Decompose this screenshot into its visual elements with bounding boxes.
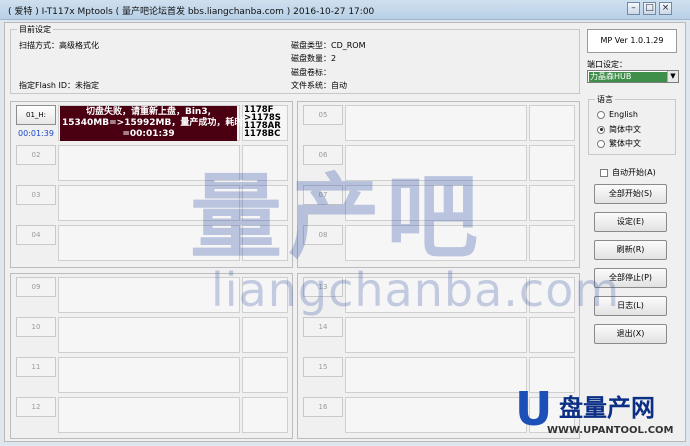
watermark-title: 量产吧 — [190, 164, 485, 271]
slot-button-09[interactable]: 09 — [16, 277, 56, 297]
slot-status-box — [345, 357, 527, 393]
disk-label-label: 磁盘卷标： — [291, 68, 331, 77]
maximize-button[interactable]: □ — [643, 2, 656, 15]
window-title: ( 爱特 ) I-T117x Mptools ( 量产吧论坛首发 bbs.lia… — [8, 7, 375, 17]
port-select[interactable]: 力晶森HUB ▼ — [587, 70, 679, 83]
radio-icon[interactable] — [597, 139, 605, 148]
slot-button-10[interactable]: 10 — [16, 317, 56, 337]
minimize-button[interactable]: – — [627, 2, 640, 15]
slot-button-15[interactable]: 15 — [303, 357, 343, 377]
language-option-2[interactable]: 繁体中文 — [597, 138, 641, 149]
slot-log-box — [529, 105, 575, 141]
site-logo: U 盘量产网 WWW.UPANTOOL.COM — [515, 384, 690, 446]
language-option-label: 繁体中文 — [609, 139, 641, 148]
slot-log-line: 1178BC — [244, 129, 281, 139]
slot-status-box — [345, 317, 527, 353]
auto-start-checkbox[interactable]: 自动开始(A) — [600, 167, 656, 178]
slot-result-line: 切盘失败，请重新上盘，Bin3, — [85, 107, 212, 117]
scan-mode-label: 扫描方式：高级格式化 — [19, 41, 99, 50]
language-option-0[interactable]: English — [597, 110, 638, 119]
slot-status-box — [58, 397, 240, 433]
language-group-title: 语言 — [595, 94, 615, 105]
logo-name: 盘量产网 — [559, 394, 655, 422]
start-all-button[interactable]: 全部开始(S) — [594, 184, 667, 204]
slot-log-lines: 1178F >1178S 1178AR 1178BC — [244, 106, 281, 139]
slot-status-box — [58, 317, 240, 353]
slot-result-line: 15340MB=>15992MB，量产成功，耗时 — [62, 118, 244, 128]
slot-log-box — [529, 145, 575, 181]
slot-log-box — [529, 317, 575, 353]
radio-icon[interactable] — [597, 110, 605, 119]
slot-result-line: =00:01:39 — [122, 129, 175, 139]
disk-type-label: 磁盘类型：CD_ROM — [291, 41, 366, 50]
disk-count-label: 磁盘数量：2 — [291, 54, 337, 63]
language-option-1[interactable]: 简体中文 — [597, 124, 641, 135]
slot-button-01[interactable]: 01_H: — [16, 105, 56, 125]
watermark-url: liangchanba.com — [211, 263, 621, 317]
refresh-button[interactable]: 刷新(R) — [594, 240, 667, 260]
slot-button-02[interactable]: 02 — [16, 145, 56, 165]
chevron-down-icon[interactable]: ▼ — [667, 71, 678, 82]
auto-start-label: 自动开始(A) — [612, 168, 656, 177]
slot-status-box — [345, 397, 527, 433]
slot-button-03[interactable]: 03 — [16, 185, 56, 205]
language-group: 语言 English 简体中文繁体中文 — [588, 94, 676, 155]
logo-url: WWW.UPANTOOL.COM — [547, 425, 674, 436]
slot-status-box — [58, 357, 240, 393]
settings-button[interactable]: 设定(E) — [594, 212, 667, 232]
slot-log-box — [529, 185, 575, 221]
checkbox-icon[interactable] — [600, 168, 608, 177]
slot-result-message: 切盘失败，请重新上盘，Bin3, 15340MB=>15992MB，量产成功，耗时… — [60, 106, 244, 141]
slot-log-box — [242, 357, 288, 393]
slot-log-box — [242, 397, 288, 433]
version-box: MP Ver 1.0.1.29 — [587, 29, 677, 53]
close-button[interactable]: × — [659, 2, 672, 15]
port-select-value: 力晶森HUB — [589, 72, 667, 82]
main-window: 目前设定 扫描方式：高级格式化 指定Flash ID：未指定 磁盘类型：CD_R… — [4, 22, 686, 442]
slot-button-12[interactable]: 12 — [16, 397, 56, 417]
slot-log-box — [529, 225, 575, 261]
language-option-label: English — [609, 110, 638, 119]
flash-id-label: 指定Flash ID：未指定 — [19, 81, 100, 90]
slot-elapsed-time: 00:01:39 — [18, 129, 54, 138]
title-bar[interactable]: ( 爱特 ) I-T117x Mptools ( 量产吧论坛首发 bbs.lia… — [0, 0, 690, 20]
slot-button-14[interactable]: 14 — [303, 317, 343, 337]
settings-group-title: 目前设定 — [17, 24, 53, 35]
port-label: 端口设定： — [587, 60, 627, 69]
exit-button[interactable]: 退出(X) — [594, 324, 667, 344]
radio-icon[interactable] — [597, 125, 605, 134]
language-option-label: 简体中文 — [609, 125, 641, 134]
slot-button-16[interactable]: 16 — [303, 397, 343, 417]
slot-status-box — [345, 105, 527, 141]
slot-log-box — [242, 317, 288, 353]
file-system-label: 文件系统：自动 — [291, 81, 347, 90]
slot-button-05[interactable]: 05 — [303, 105, 343, 125]
slot-button-04[interactable]: 04 — [16, 225, 56, 245]
slot-button-11[interactable]: 11 — [16, 357, 56, 377]
settings-group: 目前设定 扫描方式：高级格式化 指定Flash ID：未指定 磁盘类型：CD_R… — [10, 24, 580, 94]
